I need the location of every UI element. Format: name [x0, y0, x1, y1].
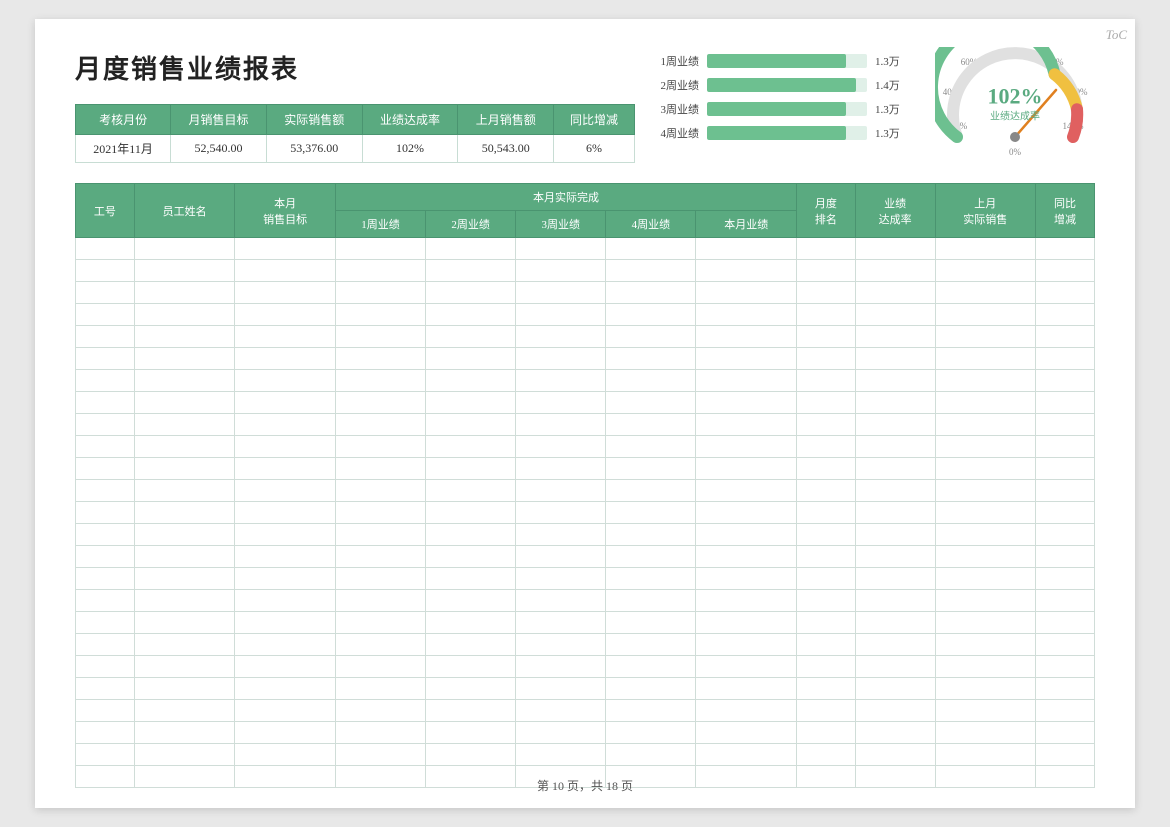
bar-value-4: 1.3万 — [875, 125, 905, 141]
table-row — [76, 348, 1095, 370]
page-footer: 第 10 页，共 18 页 — [35, 777, 1135, 794]
col-last-month-sales: 上月实际销售 — [935, 184, 1036, 238]
weekly-row-2: 2周业绩 1.4万 — [655, 77, 905, 93]
table-row — [76, 744, 1095, 766]
bar-track-2 — [707, 78, 867, 92]
col-week2: 2周业绩 — [426, 211, 516, 238]
gauge: 0% 20% 40% 60% 80% 100% 120% 140% — [935, 47, 1095, 157]
table-row — [76, 590, 1095, 612]
weekly-label-3: 3周业绩 — [655, 101, 699, 117]
summary-rate: 102% — [362, 135, 458, 163]
gauge-percent: 102% — [988, 86, 1043, 108]
summary-col-yoy: 同比增减 — [554, 105, 635, 135]
weekly-row-3: 3周业绩 1.3万 — [655, 101, 905, 117]
bar-fill-1 — [707, 54, 846, 68]
col-achievement-rate: 业绩达成率 — [855, 184, 935, 238]
summary-col-rate: 业绩达成率 — [362, 105, 458, 135]
summary-col-target: 月销售目标 — [171, 105, 267, 135]
detail-header-row1: 工号 员工姓名 本月销售目标 本月实际完成 月度排名 业绩达成率 上月实际销售 … — [76, 184, 1095, 211]
summary-data-row: 2021年11月 52,540.00 53,376.00 102% 50,543… — [76, 135, 635, 163]
toc-label: ToC — [1106, 27, 1127, 43]
bar-fill-4 — [707, 126, 846, 140]
summary-col-actual: 实际销售额 — [266, 105, 362, 135]
weekly-label-4: 4周业绩 — [655, 125, 699, 141]
bar-track-4 — [707, 126, 867, 140]
table-row — [76, 370, 1095, 392]
summary-target: 52,540.00 — [171, 135, 267, 163]
table-row — [76, 722, 1095, 744]
summary-header-row: 考核月份 月销售目标 实际销售额 业绩达成率 上月销售额 同比增减 — [76, 105, 635, 135]
table-row — [76, 480, 1095, 502]
table-row — [76, 326, 1095, 348]
top-right-section: 1周业绩 1.3万 2周业绩 1.4万 3周业绩 1.3万 — [655, 47, 1095, 157]
table-row — [76, 612, 1095, 634]
table-row — [76, 282, 1095, 304]
weekly-bars: 1周业绩 1.3万 2周业绩 1.4万 3周业绩 1.3万 — [655, 47, 905, 141]
col-monthly-total: 本月业绩 — [696, 211, 797, 238]
table-row — [76, 634, 1095, 656]
bar-fill-3 — [707, 102, 846, 116]
table-row — [76, 546, 1095, 568]
bar-fill-2 — [707, 78, 856, 92]
summary-col-last: 上月销售额 — [458, 105, 554, 135]
table-row — [76, 568, 1095, 590]
table-row — [76, 502, 1095, 524]
col-week4: 4周业绩 — [606, 211, 696, 238]
col-week1: 1周业绩 — [335, 211, 425, 238]
col-rank: 月度排名 — [797, 184, 856, 238]
bar-value-3: 1.3万 — [875, 101, 905, 117]
summary-actual: 53,376.00 — [266, 135, 362, 163]
gauge-center-text: 102% 业绩达成率 — [988, 86, 1043, 123]
detail-table: 工号 员工姓名 本月销售目标 本月实际完成 月度排名 业绩达成率 上月实际销售 … — [75, 183, 1095, 788]
table-row — [76, 304, 1095, 326]
weekly-row-1: 1周业绩 1.3万 — [655, 53, 905, 69]
bar-value-2: 1.4万 — [875, 77, 905, 93]
col-monthly-target: 本月销售目标 — [235, 184, 336, 238]
col-employee-id: 工号 — [76, 184, 135, 238]
table-row — [76, 524, 1095, 546]
bar-value-1: 1.3万 — [875, 53, 905, 69]
weekly-label-1: 1周业绩 — [655, 53, 699, 69]
bar-track-3 — [707, 102, 867, 116]
weekly-label-2: 2周业绩 — [655, 77, 699, 93]
summary-month: 2021年11月 — [76, 135, 171, 163]
summary-table: 考核月份 月销售目标 实际销售额 业绩达成率 上月销售额 同比增减 2021年1… — [75, 104, 635, 163]
weekly-row-4: 4周业绩 1.3万 — [655, 125, 905, 141]
page: ToC 月度销售业绩报表 考核月份 月销售目标 实际销售额 业绩达成率 上月销售… — [35, 19, 1135, 808]
table-row — [76, 458, 1095, 480]
table-row — [76, 414, 1095, 436]
col-employee-name: 员工姓名 — [134, 184, 235, 238]
table-row — [76, 656, 1095, 678]
table-row — [76, 260, 1095, 282]
table-row — [76, 700, 1095, 722]
table-row — [76, 238, 1095, 260]
table-row — [76, 678, 1095, 700]
col-week3: 3周业绩 — [516, 211, 606, 238]
bar-track-1 — [707, 54, 867, 68]
table-row — [76, 392, 1095, 414]
summary-last: 50,543.00 — [458, 135, 554, 163]
summary-yoy: 6% — [554, 135, 635, 163]
table-row — [76, 436, 1095, 458]
gauge-svg-wrap: 0% 20% 40% 60% 80% 100% 120% 140% — [935, 47, 1095, 157]
svg-text:0%: 0% — [1009, 147, 1022, 157]
summary-col-month: 考核月份 — [76, 105, 171, 135]
col-yoy: 同比增减 — [1036, 184, 1095, 238]
col-monthly-actual-group: 本月实际完成 — [335, 184, 796, 211]
gauge-sub: 业绩达成率 — [988, 108, 1043, 123]
detail-tbody — [76, 238, 1095, 788]
